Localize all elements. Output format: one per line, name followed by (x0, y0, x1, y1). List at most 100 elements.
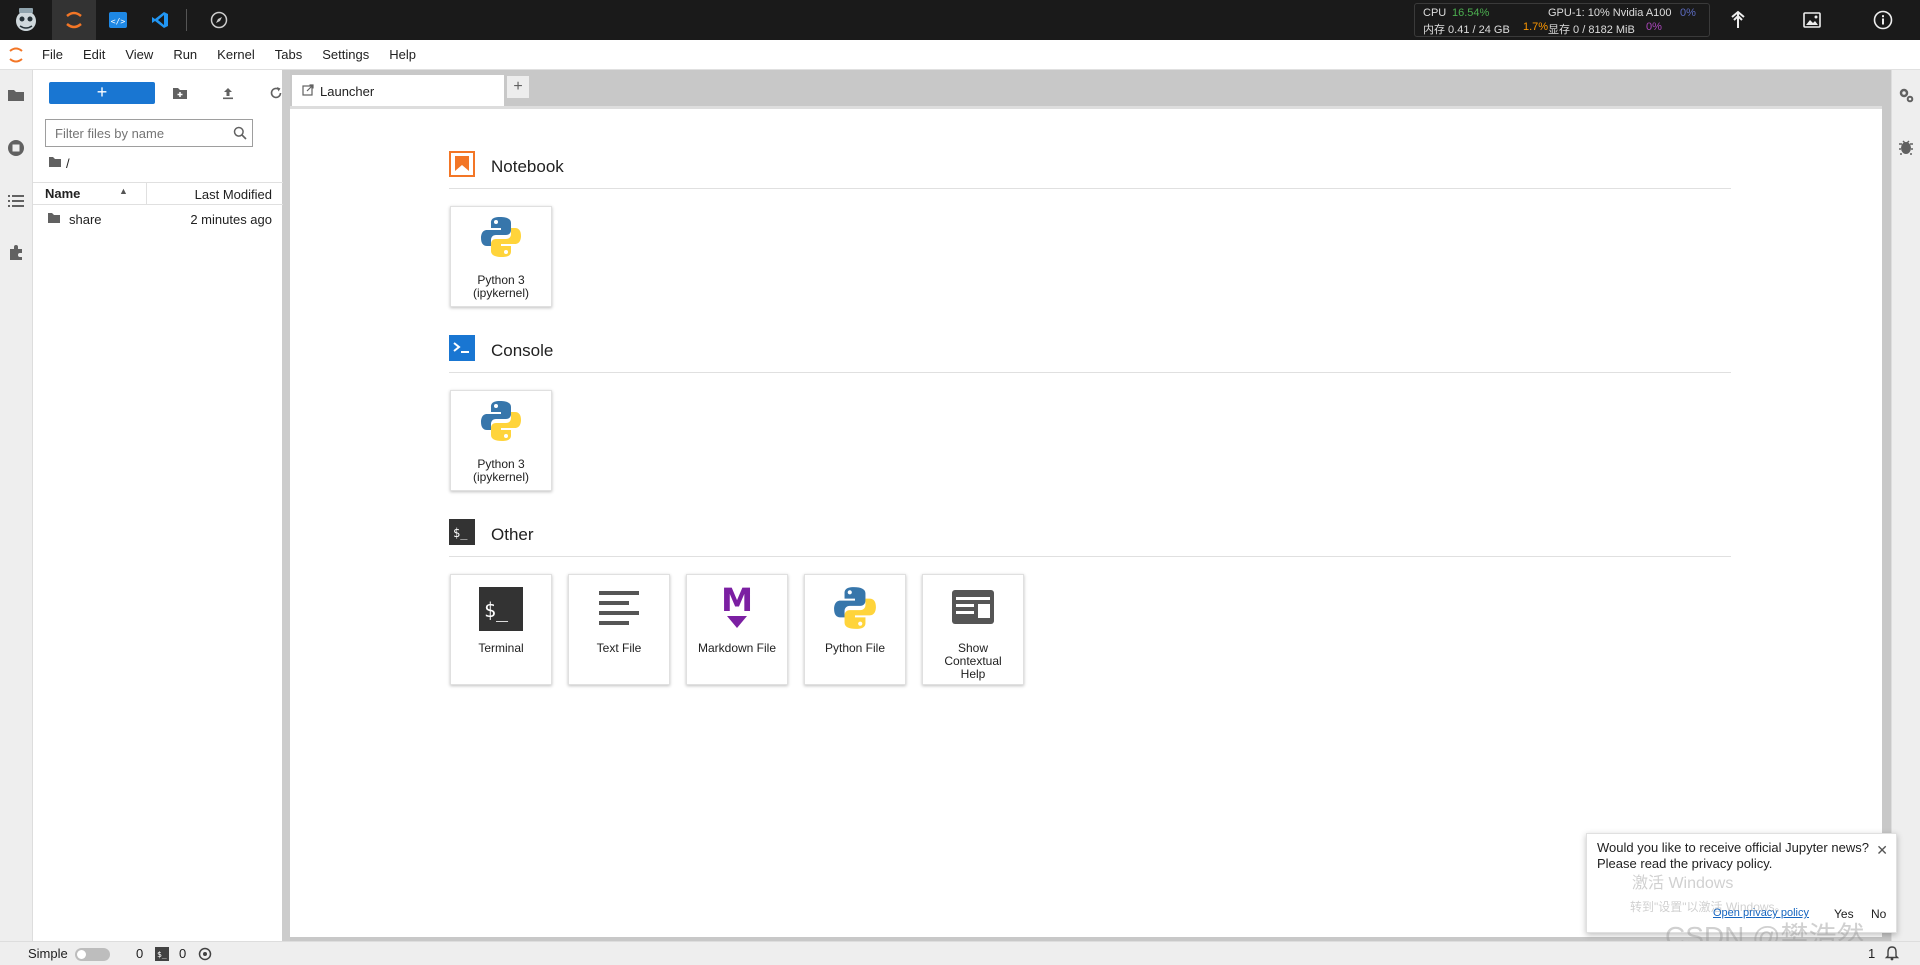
close-icon[interactable]: ✕ (1876, 842, 1888, 859)
terminal-icon: $_ (451, 587, 551, 631)
menu-help[interactable]: Help (379, 47, 426, 62)
file-list-row[interactable]: share 2 minutes ago (33, 207, 283, 231)
no-button[interactable]: No (1867, 904, 1890, 924)
menu-kernel[interactable]: Kernel (207, 47, 265, 62)
debugger-icon[interactable] (1898, 138, 1914, 161)
console-python3-card[interactable]: Python 3 (ipykernel) (450, 390, 552, 491)
card-label: Show Contextual Help (944, 641, 1002, 681)
vram-value: 0% (1646, 21, 1662, 33)
notebook-python3-card[interactable]: Python 3 (ipykernel) (450, 206, 552, 307)
terminal-card[interactable]: $_ Terminal (450, 574, 552, 685)
tab-label: Launcher (320, 84, 375, 99)
section-title: Notebook (491, 156, 564, 176)
left-sidebar-tabs (0, 70, 33, 941)
upload-icon[interactable] (216, 82, 240, 104)
new-tab-button[interactable]: + (506, 75, 530, 99)
menu-settings[interactable]: Settings (312, 47, 379, 62)
compass-icon[interactable] (199, 0, 239, 40)
memory-value: 1.7% (1523, 21, 1549, 33)
kernel-count[interactable]: 0 (136, 946, 143, 961)
new-launcher-button[interactable]: + (49, 82, 155, 104)
search-icon (233, 126, 247, 145)
gpu-label: GPU-1: 10% Nvidia A100 (1548, 7, 1672, 19)
code-editor-icon[interactable]: </> (96, 0, 140, 40)
panel-splitter[interactable] (283, 70, 290, 941)
jupyter-logo-icon (0, 46, 32, 64)
notification-count: 1 (1868, 946, 1876, 961)
menu-bar: File Edit View Run Kernel Tabs Settings … (0, 40, 1920, 70)
markdown-file-card[interactable]: M Markdown File (686, 574, 788, 685)
bell-icon[interactable] (1884, 945, 1900, 964)
share-icon[interactable] (1718, 0, 1758, 40)
contextual-help-card[interactable]: Show Contextual Help (922, 574, 1024, 685)
section-console: Console (449, 335, 553, 366)
card-label: Terminal (478, 641, 524, 655)
breadcrumb-root[interactable]: / (66, 156, 70, 171)
card-label: Text File (596, 641, 642, 655)
simple-mode-toggle[interactable] (75, 948, 110, 961)
card-label: Python 3 (ipykernel) (472, 273, 529, 300)
notification-line-1: Would you like to receive official Jupyt… (1597, 840, 1869, 855)
image-gallery-icon[interactable] (1792, 0, 1832, 40)
sort-ascending-icon: ▲ (119, 186, 128, 196)
menu-run[interactable]: Run (163, 47, 207, 62)
contextual-help-icon (923, 589, 1023, 625)
toggle-knob (77, 950, 86, 959)
card-label: Python File (824, 641, 886, 655)
filter-files-input[interactable] (46, 120, 216, 146)
python-file-card[interactable]: Python File (804, 574, 906, 685)
memory-label: 内存 0.41 / 24 GB (1423, 24, 1510, 36)
terminal-status-icon[interactable]: $_ (155, 947, 169, 964)
card-label: Python 3 (ipykernel) (472, 457, 529, 484)
gpu-value: 0% (1680, 7, 1696, 19)
console-section-icon (449, 335, 475, 366)
svg-text:M: M (721, 583, 753, 619)
kernel-status-icon[interactable] (198, 947, 212, 964)
python-logo-icon (805, 585, 905, 631)
menu-view[interactable]: View (115, 47, 163, 62)
file-name: share (69, 212, 102, 227)
status-bar: Simple 0 $_ 0 1 (0, 941, 1920, 965)
windows-activation-watermark: 激活 Windows (1632, 875, 1734, 892)
notification-message: Would you like to receive official Jupyt… (1597, 840, 1873, 872)
section-notebook: Notebook (449, 151, 564, 182)
home-folder-icon[interactable] (48, 156, 62, 171)
toolbar-separator (186, 9, 187, 31)
other-section-icon: $_ (449, 519, 475, 550)
cpu-value: 16.54% (1452, 7, 1490, 19)
section-other: $_ Other (449, 519, 534, 550)
tab-launcher[interactable]: Launcher (292, 75, 504, 106)
table-of-contents-tab-icon[interactable] (5, 190, 27, 212)
menu-tabs[interactable]: Tabs (265, 47, 312, 62)
app-logo-icon[interactable] (0, 0, 52, 40)
python-logo-icon (451, 399, 551, 443)
launcher-panel: Notebook Python 3 (ipykernel) Console Py… (290, 106, 1882, 937)
file-modified: 2 minutes ago (190, 212, 272, 227)
info-icon[interactable] (1863, 0, 1903, 40)
breadcrumb: / (48, 156, 70, 171)
file-browser-tab-icon[interactable] (5, 84, 27, 106)
card-label: Markdown File (697, 641, 777, 655)
menu-edit[interactable]: Edit (73, 47, 115, 62)
svg-text:$_: $_ (453, 526, 468, 540)
text-file-card[interactable]: Text File (568, 574, 670, 685)
column-last-modified[interactable]: Last Modified (195, 187, 272, 202)
python-logo-icon (451, 215, 551, 259)
property-inspector-icon[interactable] (1897, 86, 1915, 109)
running-kernels-tab-icon[interactable] (5, 137, 27, 159)
text-file-icon (569, 587, 669, 631)
section-divider (449, 372, 1731, 373)
notebook-section-icon (449, 151, 475, 182)
column-divider[interactable] (146, 183, 147, 205)
launcher-tab-icon (302, 84, 314, 99)
folder-icon (47, 212, 61, 227)
menu-file[interactable]: File (32, 47, 73, 62)
extension-manager-tab-icon[interactable] (5, 242, 27, 264)
terminal-count[interactable]: 0 (179, 946, 186, 961)
vscode-icon[interactable] (140, 0, 180, 40)
simple-mode-label: Simple (28, 946, 68, 961)
column-name[interactable]: Name (45, 186, 80, 201)
new-folder-icon[interactable] (168, 82, 192, 104)
top-bar: </> CPU 16.54% 内存 0.41 / 24 GB 1.7% GPU-… (0, 0, 1920, 40)
jupyter-app-icon[interactable] (52, 0, 96, 40)
